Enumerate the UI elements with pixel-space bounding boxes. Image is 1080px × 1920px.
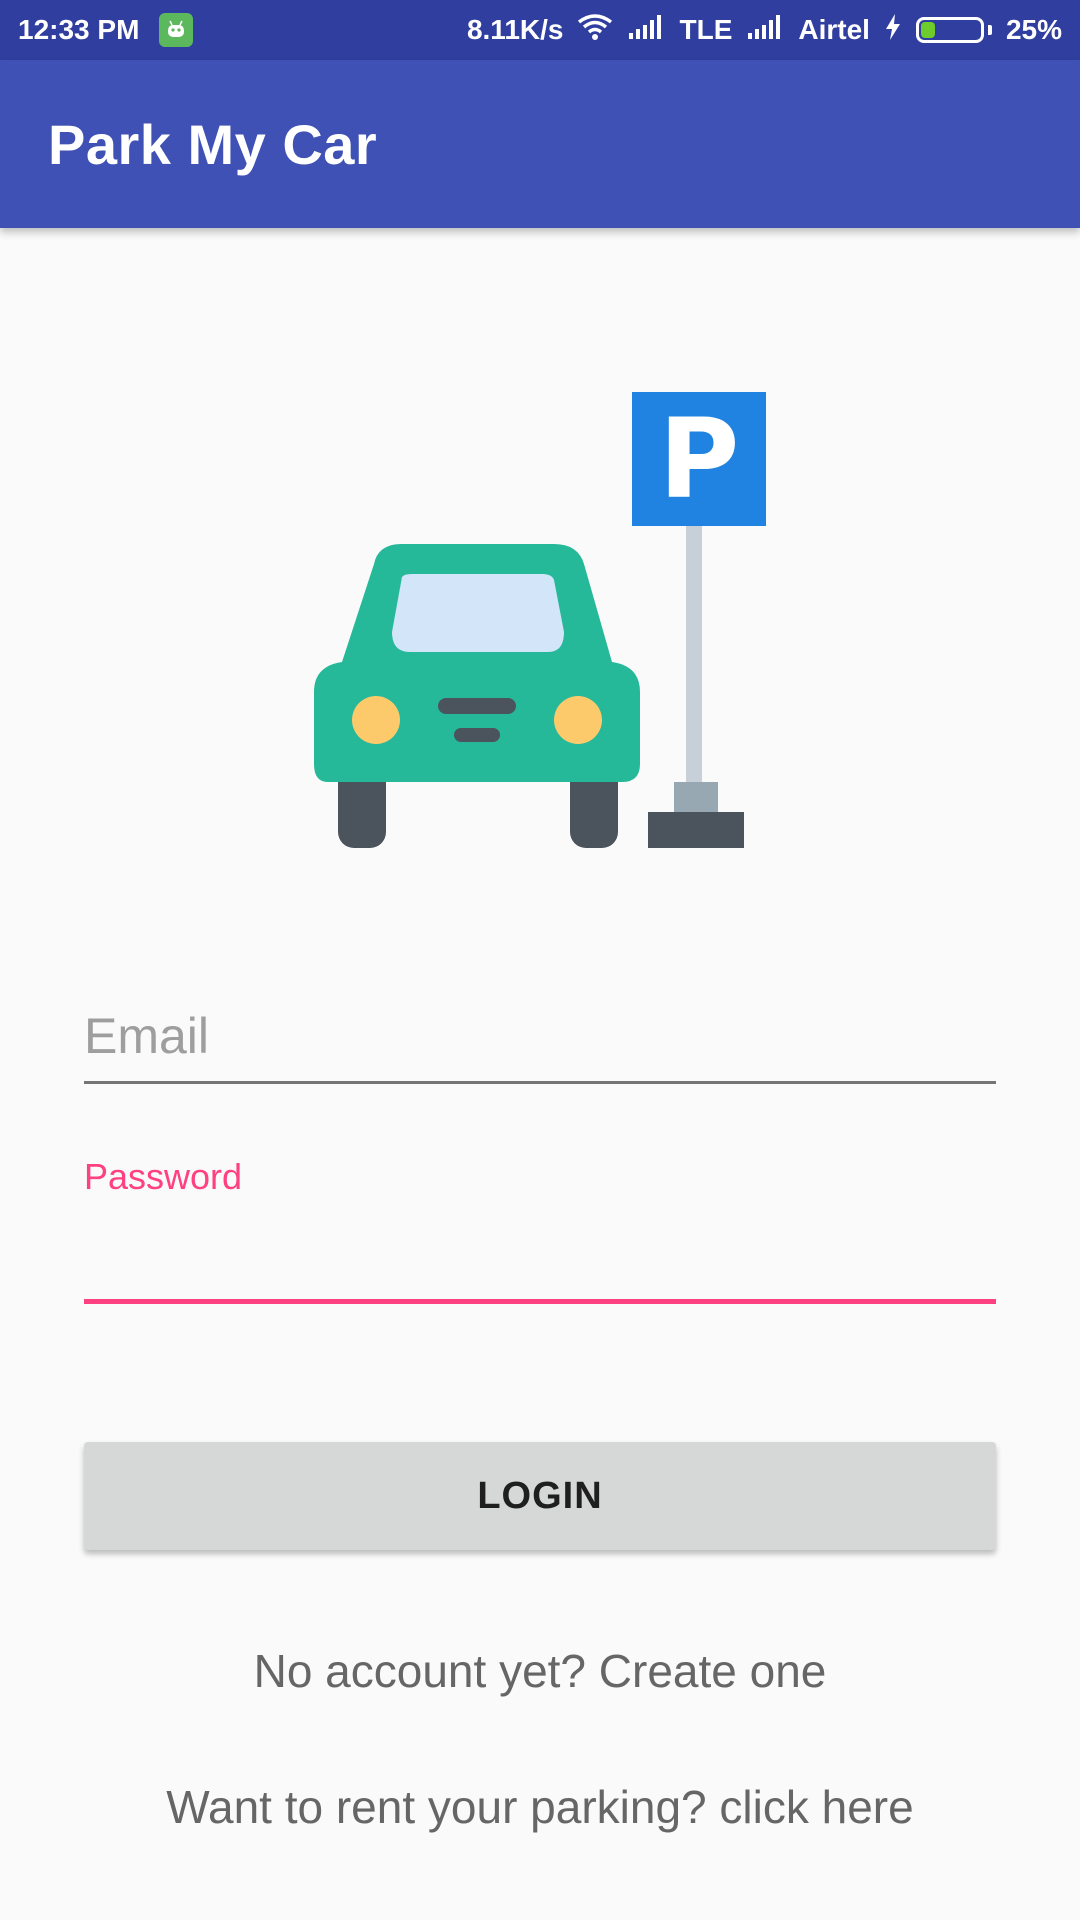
email-field-container bbox=[84, 1000, 996, 1088]
app-bar: Park My Car bbox=[0, 60, 1080, 228]
signal-icon bbox=[627, 14, 665, 46]
android-notification-icon bbox=[159, 13, 194, 47]
carrier-name: Airtel bbox=[798, 14, 870, 45]
create-account-link[interactable]: No account yet? Create one bbox=[0, 1644, 1080, 1698]
wifi-icon bbox=[577, 13, 613, 48]
network-speed: 8.11K/s bbox=[466, 14, 564, 45]
email-input[interactable] bbox=[84, 1000, 996, 1084]
password-input[interactable] bbox=[84, 1206, 996, 1304]
status-time: 12:33 PM bbox=[18, 14, 140, 45]
battery-percent: 25% bbox=[1005, 14, 1062, 45]
status-bar: 12:33 PM 8.11K/s TLE Airtel 25% bbox=[0, 0, 1080, 60]
car-parking-icon: P bbox=[312, 392, 772, 848]
rent-parking-link[interactable]: Want to rent your parking? click here bbox=[0, 1780, 1080, 1834]
login-button[interactable]: LOGIN bbox=[84, 1442, 996, 1550]
parking-sign-letter: P bbox=[659, 395, 740, 523]
app-title: Park My Car bbox=[48, 112, 378, 176]
signal-icon-secondary bbox=[746, 14, 784, 46]
password-label: Password bbox=[84, 1156, 243, 1197]
password-field-container: Password bbox=[84, 1156, 996, 1308]
charging-icon bbox=[884, 13, 902, 48]
network-type: TLE bbox=[679, 14, 733, 45]
battery-icon bbox=[915, 17, 992, 43]
